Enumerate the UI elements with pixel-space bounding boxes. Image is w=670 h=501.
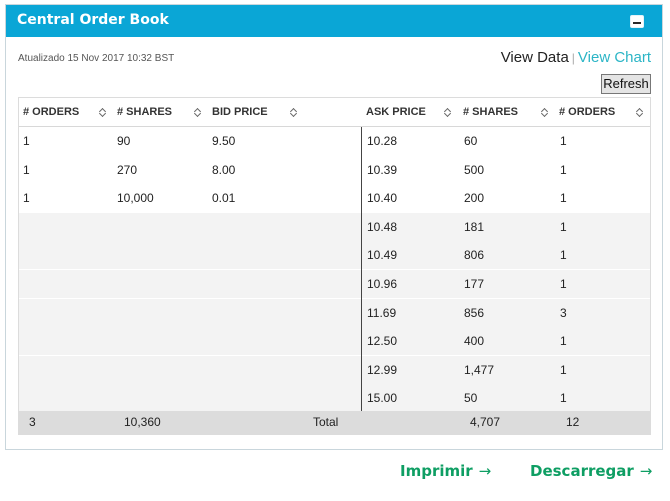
total-bid-orders: 3 [29,415,36,429]
total-ask-shares: 4,707 [470,415,501,429]
ask-shares-cell: 856 [464,305,485,320]
sort-icon[interactable] [290,107,298,118]
col-header-ask-orders[interactable]: # ORDERS [559,98,615,126]
ask-orders-cell: 1 [560,162,567,177]
table-row: 10.48 181 1 [19,212,650,241]
bid-ask-divider [361,127,362,411]
ask-price-cell: 10.49 [367,248,398,263]
ask-shares-cell: 50 [464,391,478,406]
ask-orders-cell: 1 [560,277,567,291]
table-row: 15.00 50 1 [19,384,650,413]
ask-shares-cell: 806 [464,248,485,263]
view-data-link[interactable]: View Data [501,49,569,66]
ask-price-cell: 10.39 [367,162,398,177]
bid-price-cell: 0.01 [212,191,236,206]
download-label: Descarregar [530,462,634,480]
total-label: Total [313,415,339,429]
print-label: Imprimir [400,462,473,480]
ask-orders-cell: 1 [560,248,567,263]
ask-price-cell: 15.00 [367,391,398,406]
last-updated-text: Atualizado 15 Nov 2017 10:32 BST [18,53,175,64]
table-row: 10.49 806 1 [19,241,650,270]
bid-orders-cell: 1 [23,162,30,177]
ask-shares-cell: 181 [464,219,485,234]
col-header-bid-price[interactable]: BID PRICE [212,98,268,126]
ask-shares-cell: 400 [464,334,485,349]
view-chart-link[interactable]: View Chart [578,49,651,66]
bid-orders-cell: 1 [23,134,30,148]
table-row: 12.99 1,477 1 [19,355,650,384]
ask-orders-cell: 1 [560,334,567,349]
ask-orders-cell: 1 [560,219,567,234]
ask-orders-cell: 1 [560,191,567,206]
totals-row: 3 10,360 Total 4,707 12 [19,411,650,434]
table-row: 1 270 8.00 10.39 500 1 [19,156,650,184]
order-book-table: # ORDERS # SHARES BID PRICE ASK PRICE # … [18,97,651,435]
central-order-book-widget: Central Order Book Atualizado 15 Nov 201… [5,4,663,450]
bid-price-cell: 9.50 [212,134,236,148]
ask-shares-cell: 1,477 [464,362,495,377]
bid-price-cell: 8.00 [212,162,236,177]
ask-price-cell: 11.69 [367,305,397,320]
ask-orders-cell: 3 [560,305,567,320]
table-row: 11.69 856 3 [19,298,650,327]
ask-price-cell: 10.96 [367,277,398,291]
bid-shares-cell: 10,000 [117,191,154,206]
ask-orders-cell: 1 [560,391,567,406]
sort-icon[interactable] [541,107,549,118]
download-link[interactable]: Descarregar → [530,462,652,480]
col-header-ask-price[interactable]: ASK PRICE [366,98,426,126]
sort-icon[interactable] [444,107,452,118]
ask-shares-cell: 60 [464,134,478,148]
col-header-bid-shares[interactable]: # SHARES [117,98,172,126]
print-link[interactable]: Imprimir → [400,462,491,480]
bid-orders-cell: 1 [23,191,30,206]
view-toggle: View Data | View Chart [501,49,651,66]
widget-title: Central Order Book [17,12,169,28]
sort-icon[interactable] [194,107,202,118]
table-row: 1 90 9.50 10.28 60 1 [19,127,650,155]
sort-icon[interactable] [636,107,644,118]
refresh-button[interactable]: Refresh [601,74,651,94]
ask-price-cell: 10.28 [367,134,398,148]
ask-price-cell: 12.50 [367,334,398,349]
sort-icon[interactable] [99,107,107,118]
table-row: 12.50 400 1 [19,327,650,356]
ask-orders-cell: 1 [560,362,567,377]
minus-box-icon[interactable] [630,15,644,28]
bid-shares-cell: 270 [117,162,138,177]
col-header-bid-orders[interactable]: # ORDERS [23,98,79,126]
ask-price-cell: 10.40 [367,191,398,206]
ask-shares-cell: 200 [464,191,485,206]
view-toggle-separator: | [571,51,575,65]
ask-price-cell: 12.99 [367,362,398,377]
col-header-ask-shares[interactable]: # SHARES [463,98,518,126]
widget-header: Central Order Book [6,5,662,37]
arrow-right-icon: → [639,462,653,480]
arrow-right-icon: → [478,462,492,480]
table-row: 10.96 177 1 [19,270,650,298]
ask-shares-cell: 500 [464,162,485,177]
ask-orders-cell: 1 [560,134,567,148]
bid-shares-cell: 90 [117,134,131,148]
total-bid-shares: 10,360 [124,415,161,429]
ask-price-cell: 10.48 [367,219,398,234]
ask-shares-cell: 177 [464,277,485,291]
table-row: 1 10,000 0.01 10.40 200 1 [19,184,650,212]
total-ask-orders: 12 [566,415,580,429]
